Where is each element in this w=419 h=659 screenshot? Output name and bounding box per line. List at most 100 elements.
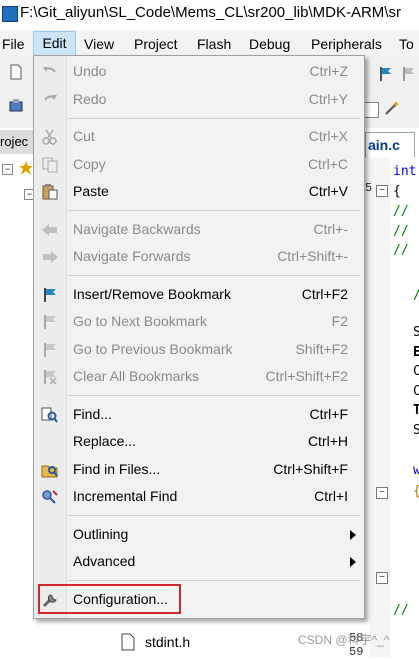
menu-peripherals[interactable]: Peripherals <box>311 34 382 54</box>
menu-item-copy[interactable]: Copy Ctrl+C <box>34 152 364 178</box>
code-line: // <box>393 204 409 219</box>
previous-bookmark-icon <box>44 343 56 357</box>
menu-item-label: Go to Previous Bookmark <box>73 341 233 357</box>
menu-item-navigate-backwards[interactable]: Navigate Backwards Ctrl+- <box>34 217 364 243</box>
menu-edit[interactable]: Edit <box>33 31 76 56</box>
menu-item-label: Insert/Remove Bookmark <box>73 286 231 302</box>
project-panel-tab[interactable]: rojec <box>0 130 35 154</box>
menu-item-shortcut: Ctrl+Z <box>309 63 349 79</box>
menu-item-shortcut: Ctrl+X <box>308 128 348 144</box>
fold-toggle[interactable]: − <box>376 487 388 499</box>
menu-item-shortcut: Ctrl+F <box>309 406 349 422</box>
menu-item-navigate-forwards[interactable]: Navigate Forwards Ctrl+Shift+- <box>34 244 364 270</box>
menu-item-label: Clear All Bookmarks <box>73 368 200 384</box>
menu-item-redo[interactable]: Redo Ctrl+Y <box>34 87 364 113</box>
menu-separator <box>68 210 360 211</box>
menu-item-shortcut: Ctrl+F2 <box>301 286 348 302</box>
menu-item-find-in-files[interactable]: Find in Files... Ctrl+Shift+F <box>34 457 364 483</box>
watermark: CSDN @科宇^_^ <box>298 633 390 647</box>
submenu-arrow-icon <box>350 557 356 567</box>
code-line: // <box>393 224 409 239</box>
menu-item-outlining[interactable]: Outlining <box>34 522 364 548</box>
menu-item-advanced[interactable]: Advanced <box>34 549 364 575</box>
arrow-left-icon <box>42 224 57 236</box>
menu-separator <box>68 580 360 581</box>
copy-icon <box>42 157 58 173</box>
redo-icon <box>44 95 57 101</box>
code-line: // <box>393 243 409 258</box>
bookmark-flag-icon <box>44 288 56 302</box>
paste-icon <box>42 184 58 200</box>
menu-item-label: Replace... <box>73 433 137 449</box>
menu-item-label: Redo <box>73 91 107 107</box>
menu-debug[interactable]: Debug <box>249 34 290 54</box>
code-line: { <box>413 484 419 499</box>
incremental-find-icon <box>42 490 58 504</box>
menu-item-paste[interactable]: Paste Ctrl+V <box>34 179 364 205</box>
menu-project[interactable]: Project <box>134 34 178 54</box>
line-number: 5 <box>365 181 373 195</box>
tree-file-stdint-h[interactable]: stdint.h <box>145 634 190 650</box>
editor-tab-label: ain.c <box>368 137 400 153</box>
menu-item-find[interactable]: Find... Ctrl+F <box>34 402 364 428</box>
menu-item-cut[interactable]: Cut Ctrl+X <box>34 124 364 150</box>
editor-tab-main-c[interactable]: ain.c <box>365 132 415 157</box>
menu-tools[interactable]: To <box>399 34 414 54</box>
clear-bookmarks-icon <box>44 370 57 385</box>
menu-separator <box>68 275 360 276</box>
find-icon <box>41 407 58 423</box>
menu-item-label: Advanced <box>73 553 136 569</box>
tree-collapse-toggle[interactable]: − <box>2 164 13 175</box>
menu-item-label: Incremental Find <box>73 488 178 504</box>
menu-item-shortcut: Ctrl+C <box>307 156 348 172</box>
menu-item-label: Navigate Backwards <box>73 221 201 237</box>
edit-menu-dropdown: Undo Ctrl+Z Redo Ctrl+Y Cut Ctrl+X Copy … <box>33 55 365 619</box>
menu-item-shortcut: Ctrl+H <box>307 433 348 449</box>
menu-item-label: Cut <box>73 128 95 144</box>
toolbar-dropdown[interactable] <box>363 102 379 118</box>
menu-item-next-bookmark[interactable]: Go to Next Bookmark F2 <box>34 309 364 335</box>
code-line: S <box>413 423 419 438</box>
code-line: // <box>393 603 409 618</box>
build-icon[interactable] <box>8 98 24 114</box>
menu-item-clear-all-bookmarks[interactable]: Clear All Bookmarks Ctrl+Shift+F2 <box>34 364 364 390</box>
menu-item-label: Go to Next Bookmark <box>73 313 207 329</box>
menu-item-undo[interactable]: Undo Ctrl+Z <box>34 59 364 85</box>
menu-item-shortcut: Ctrl+Y <box>308 91 348 107</box>
fold-toggle[interactable]: − <box>376 572 388 584</box>
project-tab-label: rojec <box>0 134 29 149</box>
new-file-icon[interactable] <box>8 64 24 80</box>
menu-flash[interactable]: Flash <box>197 34 231 54</box>
configuration-highlight-box <box>38 584 181 614</box>
code-line: / <box>413 288 419 303</box>
menu-item-label: Navigate Forwards <box>73 248 191 264</box>
next-bookmark-icon[interactable] <box>400 66 416 82</box>
menu-item-insert-remove-bookmark[interactable]: Insert/Remove Bookmark Ctrl+F2 <box>34 282 364 308</box>
cut-icon <box>42 129 57 145</box>
window-title: F:\Git_aliyun\SL_Code\Mems_CL\sr200_lib\… <box>20 4 401 21</box>
menu-item-incremental-find[interactable]: Incremental Find Ctrl+I <box>34 484 364 510</box>
menu-item-shortcut: F2 <box>331 313 348 329</box>
options-wand-icon[interactable] <box>384 100 400 116</box>
menu-separator <box>68 395 360 396</box>
keil-app-icon <box>2 6 18 22</box>
menu-item-shortcut: Ctrl+- <box>313 221 348 237</box>
menu-item-label: Undo <box>73 63 107 79</box>
submenu-arrow-icon <box>350 530 356 540</box>
code-line: S <box>413 325 419 340</box>
code-line: T <box>413 403 419 418</box>
menu-item-label: Copy <box>73 156 106 172</box>
menu-file[interactable]: File <box>2 34 25 54</box>
menu-item-replace[interactable]: Replace... Ctrl+H <box>34 429 364 455</box>
menu-separator <box>68 515 360 516</box>
bookmark-flag-icon[interactable] <box>377 66 393 82</box>
code-line: { <box>393 184 401 199</box>
menu-item-previous-bookmark[interactable]: Go to Previous Bookmark Shift+F2 <box>34 337 364 363</box>
next-bookmark-icon <box>44 315 56 329</box>
menu-item-label: Paste <box>73 183 109 199</box>
fold-toggle[interactable]: − <box>376 185 388 197</box>
menu-item-label: Find... <box>73 406 112 422</box>
menu-view[interactable]: View <box>84 34 114 54</box>
target-icon <box>19 161 33 175</box>
menu-item-shortcut: Ctrl+Shift+F <box>273 461 348 477</box>
